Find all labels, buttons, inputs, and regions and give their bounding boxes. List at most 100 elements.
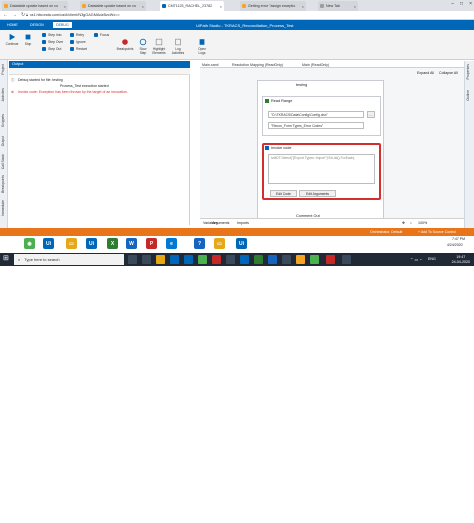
invoke-code-text[interactable]: lvdtDT.Select("[Export Types: Import")\T… <box>268 154 375 184</box>
focus-button[interactable]: Focus <box>94 33 109 37</box>
highlight-elements-button[interactable]: Highlight Elements <box>151 38 167 55</box>
taskbar-app-icon[interactable] <box>226 255 235 264</box>
tab-imports[interactable]: Imports <box>237 221 249 225</box>
taskbar-chrome-icon[interactable] <box>310 255 319 264</box>
step-into-label: Step Into <box>48 33 62 37</box>
back-icon[interactable]: ← <box>3 12 8 18</box>
search-icon[interactable]: ⌕ <box>410 221 412 225</box>
panel-output[interactable]: Output <box>1 136 5 146</box>
continue-button[interactable]: Continue <box>4 33 20 46</box>
read-range-path-field[interactable]: "D:\TKRACS\Data\Config\Config.xlsx" <box>268 111 364 118</box>
taskbar-app-icon[interactable] <box>142 255 151 264</box>
panel-breakpoints[interactable]: Breakpoints <box>1 175 5 193</box>
close-tab-icon[interactable]: × <box>302 4 304 9</box>
taskbar-app-icon[interactable] <box>282 255 291 264</box>
slow-step-button[interactable]: Slow Step <box>136 38 150 55</box>
browse-button[interactable]: … <box>367 111 375 118</box>
uipath-icon[interactable]: Ui <box>43 238 54 249</box>
taskbar-app-icon[interactable] <box>268 255 277 264</box>
forward-icon[interactable]: → <box>12 12 17 18</box>
panel-properties[interactable]: Properties <box>466 64 470 79</box>
step-out-button[interactable]: Step Out <box>42 47 61 51</box>
tab-main-readonly[interactable]: Main (ReadOnly) <box>302 63 329 67</box>
step-over-button[interactable]: Step Over <box>42 40 63 44</box>
close-tab-icon[interactable]: × <box>142 4 144 9</box>
retry-button[interactable]: Retry <box>70 33 84 37</box>
read-range-sheet-field[interactable]: "Recon_Form Types_Error Codes" <box>268 122 364 129</box>
taskbar-explorer-icon[interactable] <box>156 255 165 264</box>
ppt-taskbar-icon[interactable]: P <box>146 238 157 249</box>
browser-tab-2[interactable]: Datatable update based on co × <box>80 1 146 11</box>
stop-button[interactable]: Stop <box>22 33 34 46</box>
minimize-icon[interactable]: – <box>451 1 454 7</box>
taskbar-app-icon[interactable] <box>342 255 351 264</box>
tab-design[interactable]: DESIGN <box>30 23 44 27</box>
zoom-level[interactable]: 100% <box>418 221 427 225</box>
close-window-icon[interactable]: × <box>469 1 472 7</box>
close-tab-icon[interactable]: × <box>354 4 356 9</box>
close-tab-icon[interactable]: × <box>64 4 66 9</box>
tab-main-xaml[interactable]: Main.xaml <box>202 63 218 67</box>
close-tab-icon[interactable]: × <box>220 4 222 9</box>
panel-activities[interactable]: Activities <box>1 88 5 101</box>
chrome-icon[interactable]: ◉ <box>24 238 35 249</box>
taskbar-app-icon[interactable] <box>170 255 179 264</box>
collapse-all-link[interactable]: Collapse All <box>439 71 458 75</box>
open-logs-button[interactable]: Open Logs <box>195 38 209 55</box>
taskbar-app-icon[interactable] <box>326 255 335 264</box>
taskbar-clock[interactable]: 19:47 24-04-2020 <box>452 255 470 264</box>
tab-resolution-mapping[interactable]: Resolution Mapping (ReadOnly) <box>232 63 283 67</box>
excel-taskbar-icon[interactable]: X <box>107 238 118 249</box>
taskbar-app-icon[interactable] <box>212 255 221 264</box>
expand-all-link[interactable]: Expand All <box>417 71 434 75</box>
edit-code-button[interactable]: Edit Code <box>270 190 297 197</box>
edit-arguments-button[interactable]: Edit Arguments <box>299 190 336 197</box>
taskbar-search-box[interactable]: ⌕ Type here to search <box>14 254 124 265</box>
continue-label: Continue <box>5 42 19 46</box>
right-panel-strip <box>464 61 474 228</box>
browser-tab-1[interactable]: Datatable update based on co × <box>2 1 68 11</box>
taskbar-excel-icon[interactable] <box>254 255 263 264</box>
tab-arguments[interactable]: Arguments <box>212 221 229 225</box>
panel-call-stack[interactable]: Call Stack <box>1 154 5 169</box>
windows-start-icon[interactable]: ⊞ <box>3 255 9 262</box>
uipath-studio-icon[interactable]: Ui <box>236 238 247 249</box>
maximize-icon[interactable]: □ <box>460 1 463 7</box>
ignore-button[interactable]: Ignore <box>70 40 86 44</box>
help-icon[interactable]: ? <box>194 238 205 249</box>
restart-icon <box>70 47 74 51</box>
taskbar-app-icon[interactable] <box>184 255 193 264</box>
step-into-button[interactable]: Step Into <box>42 33 62 37</box>
browser-tab-4[interactable]: Getting error "assign exceptio × <box>240 1 306 11</box>
word-taskbar-icon[interactable]: W <box>126 238 137 249</box>
browser-tab-3-active[interactable]: CMT1125_RACHEL_23782 × <box>160 1 224 11</box>
uipath-robot-icon[interactable]: Ui <box>86 238 97 249</box>
url-text[interactable]: ra1.hitconda.com/ca/#/client/N3gGAGMAdzB… <box>30 13 120 17</box>
play-icon <box>9 33 16 41</box>
orchestrator-status[interactable]: Orchestrator, Default <box>370 230 402 234</box>
breakpoints-button[interactable]: Breakpoints <box>114 38 136 51</box>
panel-snippets[interactable]: Snippets <box>1 114 5 127</box>
folder-icon[interactable]: ▭ <box>214 238 225 249</box>
reload-icon[interactable]: ↻ <box>21 12 25 18</box>
browser-tab-5[interactable]: New Tab × <box>318 1 358 11</box>
language-indicator[interactable]: ENG <box>428 257 436 261</box>
taskbar-app-icon[interactable] <box>296 255 305 264</box>
slow-step-icon <box>139 38 147 46</box>
panel-project[interactable]: Project <box>1 64 5 75</box>
task-view-icon[interactable] <box>128 255 137 264</box>
system-tray-icons[interactable]: ⌃ ▭ ◔ <box>410 257 422 262</box>
pan-icon[interactable]: ✥ <box>402 221 405 225</box>
open-logs-icon <box>199 39 205 45</box>
taskbar-uipath-icon[interactable] <box>240 255 249 264</box>
tab-home[interactable]: HOME <box>7 23 18 27</box>
panel-immediate[interactable]: Immediate <box>1 200 5 216</box>
file-explorer-icon[interactable]: ▭ <box>66 238 77 249</box>
panel-outline[interactable]: Outline <box>466 90 470 101</box>
restart-button[interactable]: Restart <box>70 47 87 51</box>
add-source-control[interactable]: + Add To Source Control <box>418 230 456 234</box>
tab-debug[interactable]: DEBUG <box>53 22 72 28</box>
edge-icon[interactable]: e <box>166 238 177 249</box>
taskbar-chrome-icon[interactable] <box>198 255 207 264</box>
log-activities-button[interactable]: Log Activities <box>170 38 186 55</box>
